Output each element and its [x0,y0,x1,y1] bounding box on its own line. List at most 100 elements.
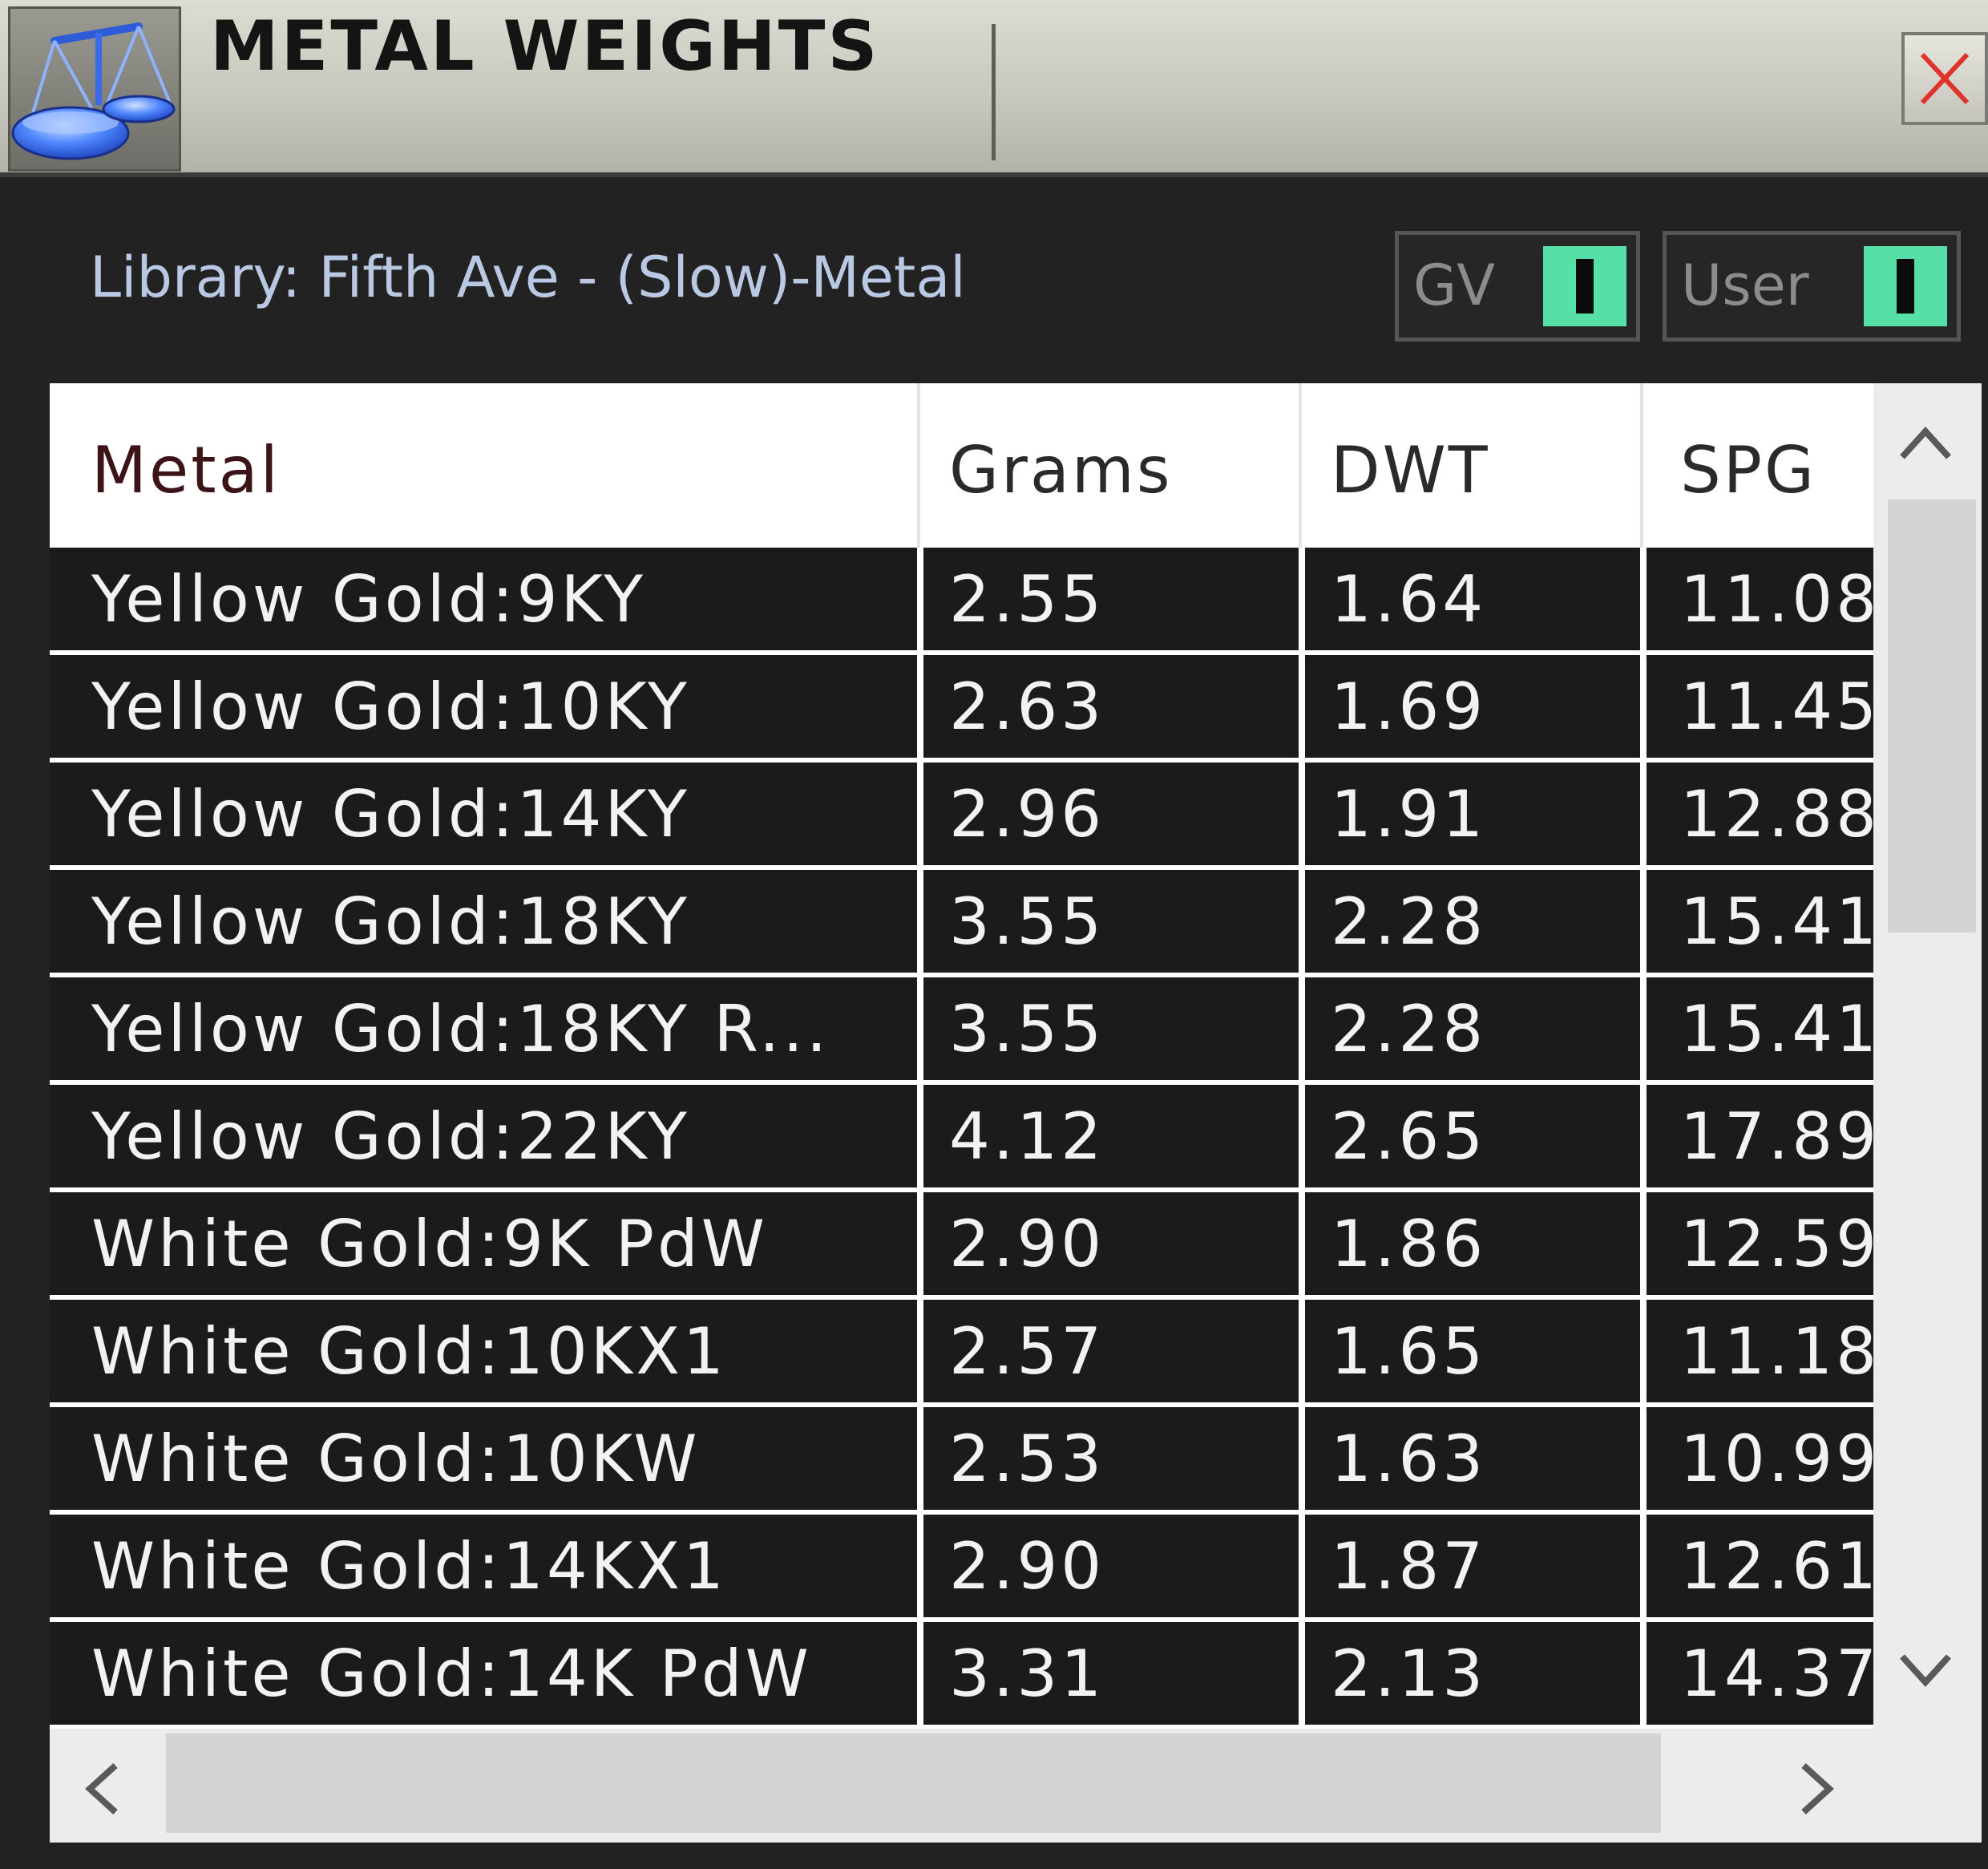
table-row[interactable]: Yellow Gold:14KY 2.96 1.91 12.88 [50,763,1873,865]
metal-weights-table: Metal Grams DWT SPG Yellow Gold:9KY 2.55 1… [50,383,1982,1843]
cell-grams[interactable]: 3.55 [923,870,1299,973]
cell-metal-text: White Gold:10KW [91,1422,701,1496]
title-divider [992,24,996,160]
column-header-label: Grams [949,433,1173,508]
column-header-grams[interactable]: Grams [920,383,1302,548]
cell-dwt[interactable]: 1.91 [1305,763,1640,865]
cell-grams-text: 4.12 [949,1099,1105,1174]
cell-metal-text: Yellow Gold:9KY [91,562,646,637]
cell-spg-text: 11.45 [1680,670,1873,744]
cell-spg[interactable]: 15.41 [1647,870,1873,973]
window-title: METAL WEIGHTS [210,6,880,87]
cell-dwt-text: 2.65 [1331,1099,1487,1174]
cell-spg-text: 12.61 [1680,1529,1873,1604]
cell-grams[interactable]: 2.55 [923,548,1299,650]
cell-metal[interactable]: Yellow Gold:22KY [50,1085,917,1187]
chevron-left-icon[interactable] [82,1761,122,1817]
chevron-down-icon[interactable] [1897,1650,1954,1690]
cell-spg[interactable]: 14.37 [1647,1622,1873,1725]
cell-spg[interactable]: 17.89 [1647,1085,1873,1187]
horizontal-scrollbar[interactable] [50,1729,1982,1843]
table-header: Metal Grams DWT SPG [50,383,1873,548]
cell-metal[interactable]: Yellow Gold:18KY R... [50,977,917,1080]
cell-grams-text: 2.53 [949,1422,1105,1496]
cell-dwt[interactable]: 2.28 [1305,977,1640,1080]
close-button[interactable] [1901,32,1988,125]
chevron-right-icon[interactable] [1797,1761,1837,1817]
cell-dwt[interactable]: 1.87 [1305,1515,1640,1617]
cell-grams[interactable]: 3.55 [923,977,1299,1080]
cell-dwt[interactable]: 2.28 [1305,870,1640,973]
cell-dwt-text: 1.65 [1331,1314,1487,1389]
cell-dwt[interactable]: 1.86 [1305,1192,1640,1295]
column-header-metal[interactable]: Metal [50,383,920,548]
user-toggle[interactable]: User [1663,231,1961,342]
cell-metal[interactable]: Yellow Gold:9KY [50,548,917,650]
cell-spg[interactable]: 12.88 [1647,763,1873,865]
cell-spg[interactable]: 10.99 [1647,1407,1873,1510]
gv-toggle-switch[interactable] [1543,246,1626,326]
cell-grams[interactable]: 2.90 [923,1192,1299,1295]
table-body: Yellow Gold:9KY 2.55 1.64 11.08 Yellow Gold:… [50,548,1873,1729]
table-row[interactable]: White Gold:10KW 2.53 1.63 10.99 [50,1407,1873,1510]
cell-spg-text: 12.88 [1680,777,1873,852]
vertical-scrollbar[interactable] [1873,383,1982,1729]
close-icon [1920,52,1970,105]
cell-metal-text: White Gold:10KX1 [91,1314,727,1389]
table-row[interactable]: White Gold:10KX1 2.57 1.65 11.18 [50,1300,1873,1402]
user-toggle-switch[interactable] [1864,246,1947,326]
cell-metal[interactable]: White Gold:14K PdW [50,1622,917,1725]
cell-dwt[interactable]: 1.69 [1305,655,1640,758]
cell-grams[interactable]: 2.90 [923,1515,1299,1617]
cell-spg-text: 12.59 [1680,1207,1873,1281]
column-header-spg[interactable]: SPG [1643,383,1873,548]
table-row[interactable]: White Gold:14K PdW 3.31 2.13 14.37 [50,1622,1873,1725]
cell-grams[interactable]: 2.96 [923,763,1299,865]
table-row[interactable]: White Gold:14KX1 2.90 1.87 12.61 [50,1515,1873,1617]
cell-spg[interactable]: 11.45 [1647,655,1873,758]
cell-spg[interactable]: 11.08 [1647,548,1873,650]
table-row[interactable]: White Gold:9K PdW 2.90 1.86 12.59 [50,1192,1873,1295]
table-row[interactable]: Yellow Gold:9KY 2.55 1.64 11.08 [50,548,1873,650]
cell-dwt[interactable]: 1.64 [1305,548,1640,650]
cell-metal-text: Yellow Gold:14KY [91,777,690,852]
cell-metal[interactable]: White Gold:14KX1 [50,1515,917,1617]
cell-spg[interactable]: 15.41 [1647,977,1873,1080]
cell-metal[interactable]: Yellow Gold:18KY [50,870,917,973]
column-header-dwt[interactable]: DWT [1302,383,1643,548]
cell-spg[interactable]: 12.61 [1647,1515,1873,1617]
cell-grams-text: 2.55 [949,562,1105,637]
cell-grams[interactable]: 2.63 [923,655,1299,758]
cell-dwt[interactable]: 1.65 [1305,1300,1640,1402]
cell-dwt-text: 2.28 [1331,992,1487,1066]
cell-spg[interactable]: 12.59 [1647,1192,1873,1295]
cell-spg-text: 11.08 [1680,562,1873,637]
table-row[interactable]: Yellow Gold:18KY 3.55 2.28 15.41 [50,870,1873,973]
cell-grams-text: 2.63 [949,670,1105,744]
cell-spg[interactable]: 11.18 [1647,1300,1873,1402]
chevron-up-icon[interactable] [1897,423,1954,463]
cell-metal[interactable]: Yellow Gold:10KY [50,655,917,758]
gv-toggle[interactable]: GV [1395,231,1640,342]
cell-grams[interactable]: 4.12 [923,1085,1299,1187]
cell-grams[interactable]: 3.31 [923,1622,1299,1725]
horizontal-scroll-thumb[interactable] [166,1733,1661,1833]
cell-metal[interactable]: White Gold:9K PdW [50,1192,917,1295]
cell-dwt[interactable]: 2.13 [1305,1622,1640,1725]
table-row[interactable]: Yellow Gold:22KY 4.12 2.65 17.89 [50,1085,1873,1187]
cell-dwt[interactable]: 2.65 [1305,1085,1640,1187]
table-row[interactable]: Yellow Gold:10KY 2.63 1.69 11.45 [50,655,1873,758]
cell-grams[interactable]: 2.57 [923,1300,1299,1402]
cell-dwt[interactable]: 1.63 [1305,1407,1640,1510]
cell-dwt-text: 2.28 [1331,884,1487,959]
cell-dwt-text: 1.69 [1331,670,1487,744]
cell-dwt-text: 1.91 [1331,777,1487,852]
cell-grams-text: 2.57 [949,1314,1105,1389]
cell-metal[interactable]: Yellow Gold:14KY [50,763,917,865]
vertical-scroll-thumb[interactable] [1888,500,1976,932]
table-row[interactable]: Yellow Gold:18KY R... 3.55 2.28 15.41 [50,977,1873,1080]
cell-grams[interactable]: 2.53 [923,1407,1299,1510]
cell-metal[interactable]: White Gold:10KW [50,1407,917,1510]
title-bar[interactable]: METAL WEIGHTS [0,0,1988,177]
cell-metal[interactable]: White Gold:10KX1 [50,1300,917,1402]
